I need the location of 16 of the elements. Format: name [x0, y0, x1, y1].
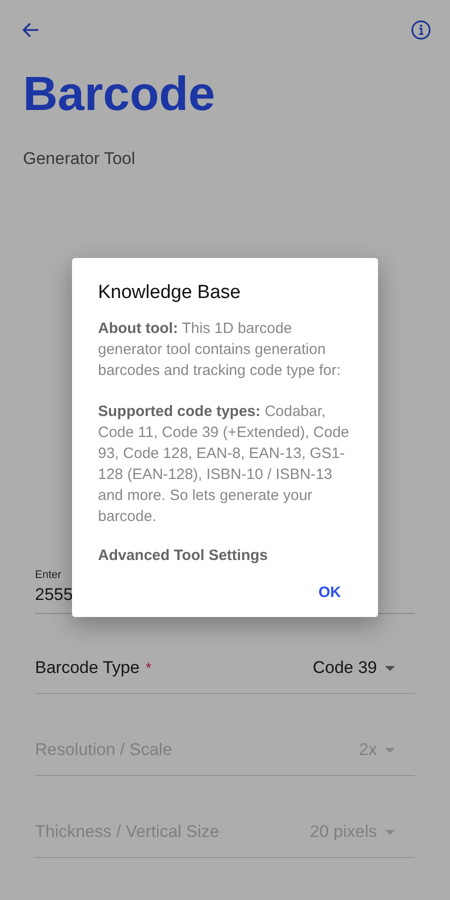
dialog-paragraph: Supported code types: Codabar, Code 11, Code 39 (+Extended), Code 93, Code 128, EAN-8, EAN-13, GS1-128 (EAN-128), ISBN-10 / ISBN-13 and more. So lets generate your barcode. [98, 402, 350, 527]
caret-icon [385, 666, 395, 670]
dropdown-value[interactable]: Code 39 [312, 658, 377, 678]
dialog-paragraph: About tool: This 1D barcode generator tool contains generation barcodes and tracking code type for: [98, 319, 342, 381]
ok-button[interactable]: OK [306, 576, 353, 609]
required-mark: * [146, 660, 152, 676]
caret-icon [385, 748, 395, 752]
dialog-title: Knowledge Base [98, 282, 242, 304]
field-value: 2555 [35, 585, 73, 605]
caret-icon [385, 830, 395, 834]
page-subtitle: Generator Tool [23, 149, 136, 169]
field-label: Enter [35, 569, 62, 581]
dialog-heading: Advanced Tool Settings [98, 547, 269, 564]
info-icon[interactable] [410, 19, 432, 41]
setting-label: Barcode Type [35, 658, 140, 678]
page-title: Barcode [23, 67, 216, 123]
